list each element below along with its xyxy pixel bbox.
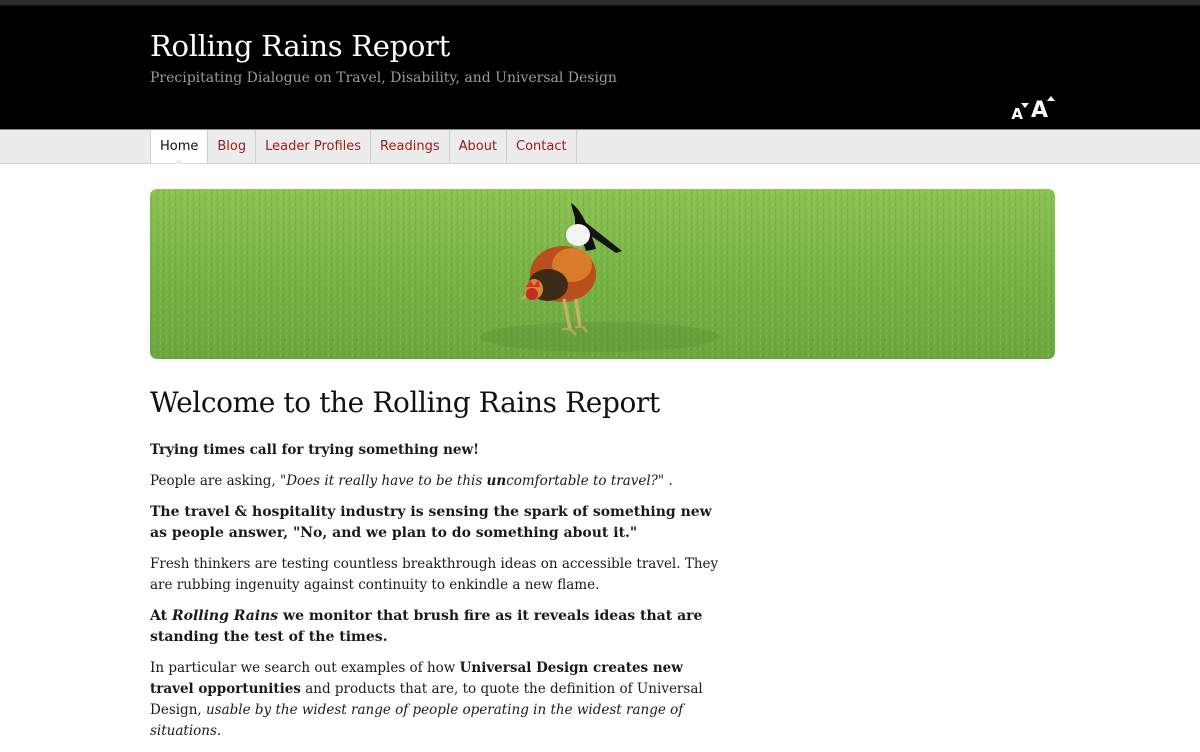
increase-text-label: A [1030,98,1048,123]
monitor-paragraph: At Rolling Rains we monitor that brush f… [150,606,725,648]
site-tagline: Precipitating Dialogue on Travel, Disabi… [150,70,617,86]
header-topbar [0,0,1200,5]
question-strong-text: un [486,473,507,489]
arrow-down-icon [1020,103,1029,108]
question-paragraph: People are asking, "Does it really have … [150,471,725,492]
ud-emph-text: usable by the widest range of people ope… [150,702,684,739]
universal-design-paragraph: In particular we search out examples of … [150,658,725,742]
monitor-lead-text: At [150,608,172,624]
nav-item-contact[interactable]: Contact [507,130,577,163]
question-trail-text: " . [657,473,673,489]
arrow-up-icon [1047,96,1055,101]
fresh-thinkers-paragraph: Fresh thinkers are testing countless bre… [150,556,719,593]
question-emph-text: Does it really have to be this [286,473,487,489]
ud-trail-text: . [216,723,222,739]
nav-item-readings[interactable]: Readings [371,130,450,163]
page-heading: Welcome to the Rolling Rains Report [150,386,660,419]
intro-paragraph: Trying times call for trying something n… [150,442,480,458]
industry-paragraph: The travel & hospitality industry is sen… [150,504,712,541]
decrease-text-size-button[interactable]: A [1011,103,1029,122]
main-navigation: Home Blog Leader Profiles Readings About… [0,130,1200,164]
nav-item-about[interactable]: About [450,130,508,163]
ud-lead-text: In particular we search out examples of … [150,660,460,676]
nav-item-home[interactable]: Home [151,130,209,164]
question-lead-text: People are asking, " [150,473,287,489]
question-emph-text-end: comfortable to travel? [506,473,658,489]
banner-image-rooster [150,189,1055,359]
site-header: Rolling Rains Report Precipitating Dialo… [0,0,1200,130]
text-size-controls: A A [1011,96,1055,123]
nav-item-leader-profiles[interactable]: Leader Profiles [256,130,372,163]
main-content: Welcome to the Rolling Rains Report Tryi… [150,386,725,752]
site-title[interactable]: Rolling Rains Report [150,29,450,63]
monitor-emph-text: Rolling Rains [171,608,279,624]
increase-text-size-button[interactable]: A [1030,96,1055,123]
rooster-banner-illustration [150,189,1055,359]
nav-item-blog[interactable]: Blog [208,130,257,163]
